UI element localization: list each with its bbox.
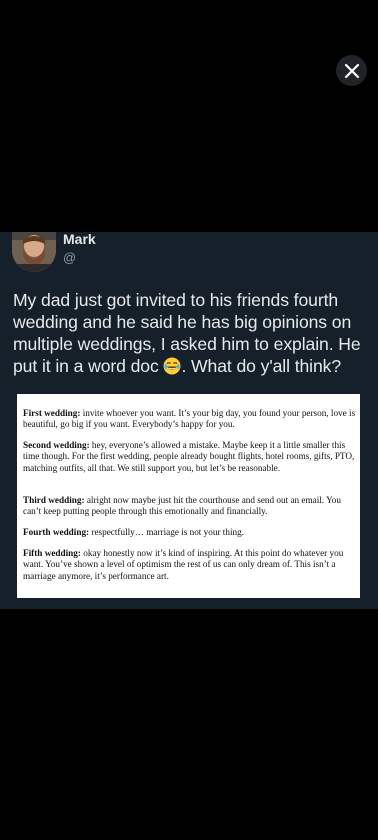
doc-paragraph-fourth: Fourth wedding: respectfully… marriage i… <box>23 527 356 538</box>
doc-heading: First wedding: <box>23 408 81 418</box>
doc-paragraph-first: First wedding: invite whoever you want. … <box>23 408 356 431</box>
tweet-text-end: . What do y'all think? <box>181 356 342 376</box>
avatar[interactable] <box>12 232 56 272</box>
doc-heading: Third wedding: <box>23 495 85 505</box>
close-button[interactable] <box>336 55 367 86</box>
doc-heading: Second wedding: <box>23 440 90 450</box>
tweet-text: My dad just got invited to his friends f… <box>13 289 368 377</box>
doc-heading: Fourth wedding: <box>23 527 90 537</box>
author-display-name[interactable]: Mark <box>63 231 96 247</box>
doc-heading: Fifth wedding: <box>23 548 81 558</box>
close-icon <box>344 63 360 79</box>
doc-paragraph-second: Second wedding: hey, everyone’s allowed … <box>23 440 356 474</box>
doc-paragraph-third: Third wedding: alright now maybe just hi… <box>23 495 356 518</box>
attached-document-image[interactable]: First wedding: invite whoever you want. … <box>17 394 360 598</box>
doc-body: respectfully… marriage is not your thing… <box>89 527 244 537</box>
doc-paragraph-fifth: Fifth wedding: okay honestly now it’s ki… <box>23 548 356 582</box>
face-with-tears-of-joy-icon <box>163 357 181 375</box>
tweet: Mark @ My dad just got invited to his fr… <box>0 231 378 609</box>
author-handle[interactable]: @ <box>63 250 76 265</box>
